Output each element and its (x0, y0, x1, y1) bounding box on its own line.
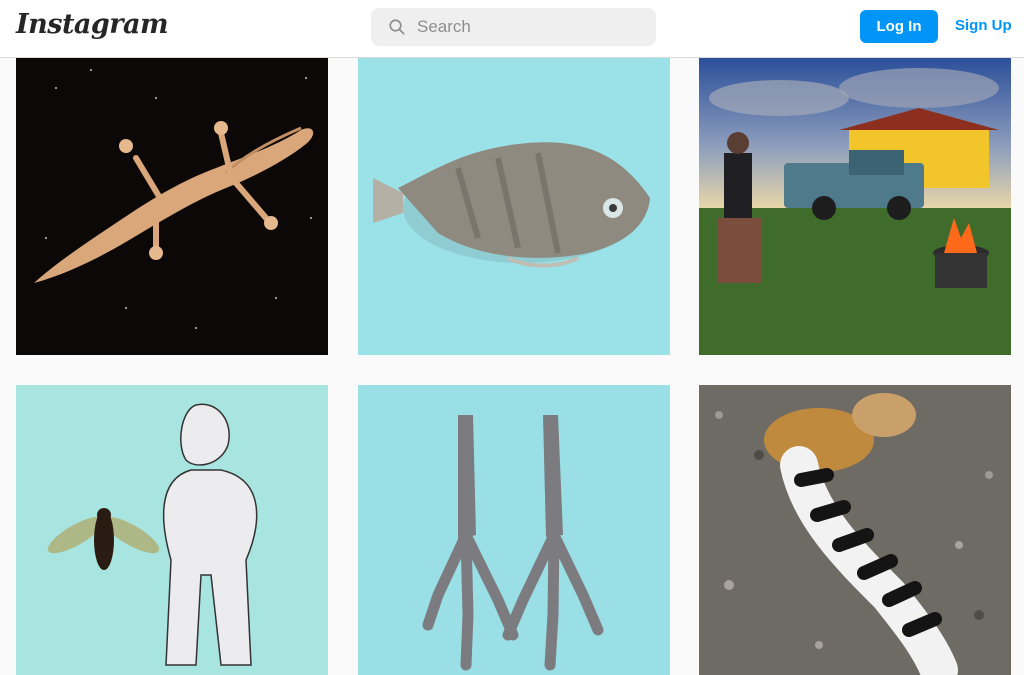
post-grid (0, 58, 1024, 675)
signup-link[interactable]: Sign Up (955, 17, 1012, 34)
bird-feet-photo (358, 385, 670, 675)
post-tile-fish[interactable] (358, 58, 670, 355)
post-tile-wasp[interactable] (16, 385, 328, 675)
search-input[interactable] (417, 8, 647, 46)
search-box[interactable] (371, 8, 656, 46)
wasp-figure-photo (16, 385, 328, 675)
truck-scene-photo (699, 58, 1011, 355)
post-tile-ringtail[interactable] (699, 385, 1011, 675)
login-button[interactable]: Log In (860, 10, 938, 43)
post-tile-truck[interactable] (699, 58, 1011, 355)
post-tile-gecko[interactable] (16, 58, 328, 355)
instagram-logo[interactable]: Instagram (16, 9, 169, 40)
gecko-photo (16, 58, 328, 355)
search-icon (389, 19, 405, 35)
post-tile-feet[interactable] (358, 385, 670, 675)
fish-photo (358, 58, 670, 355)
top-header: Instagram Log In Sign Up (0, 0, 1024, 58)
ringtail-photo (699, 385, 1011, 675)
